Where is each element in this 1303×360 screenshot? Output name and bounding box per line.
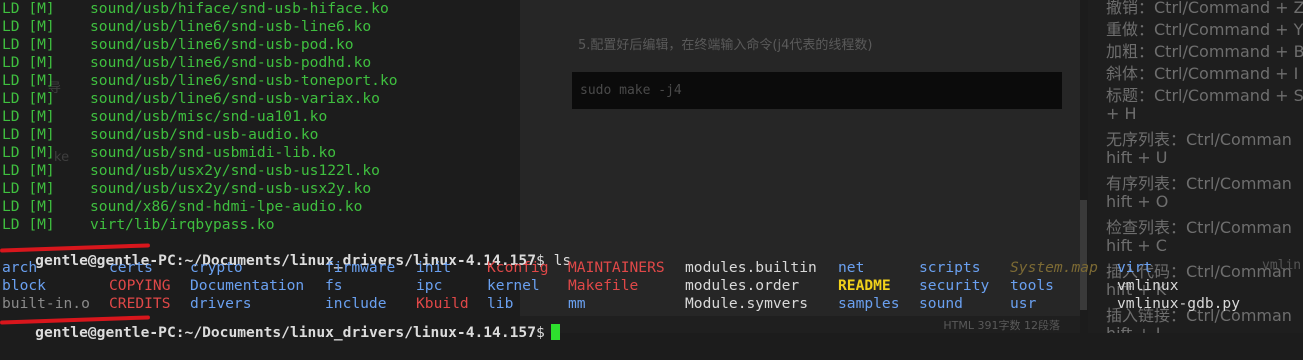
build-tag: LD [M] (2, 144, 55, 161)
build-module-path: virt/lib/irqbypass.ko (90, 216, 275, 233)
ls-entry: fs (325, 277, 343, 294)
build-output-line: LD [M] sound/usb/usx2y/snd-usb-usx2y.ko (0, 180, 371, 198)
build-output-line: LD [M] sound/usb/line6/snd-usb-variax.ko (0, 90, 380, 108)
build-output-line: LD [M] sound/x86/snd-hdmi-lpe-audio.ko (0, 198, 362, 216)
build-tag: LD [M] (2, 90, 55, 107)
build-output-line: LD [M] sound/usb/snd-usbmidi-lib.ko (0, 144, 336, 162)
build-module-path: sound/usb/hiface/snd-usb-hiface.ko (90, 0, 389, 17)
build-module-path: sound/usb/line6/snd-usb-podhd.ko (90, 54, 372, 71)
ls-entry: init (416, 259, 452, 276)
build-module-path: sound/x86/snd-hdmi-lpe-audio.ko (90, 198, 363, 215)
ls-entry: scripts (919, 259, 981, 276)
ls-entry: vmlinux-gdb.py (1117, 295, 1241, 312)
ls-entry: README (838, 277, 891, 294)
prompt-user: gentle@gentle-PC (35, 252, 176, 269)
build-tag: LD [M] (2, 180, 55, 197)
build-tag: LD [M] (2, 72, 55, 89)
ls-entry: samples (838, 295, 900, 312)
build-output-line: LD [M] sound/usb/hiface/snd-usb-hiface.ko (0, 0, 389, 18)
build-module-path: sound/usb/snd-usb-audio.ko (90, 126, 319, 143)
ls-entry: MAINTAINERS (568, 259, 665, 276)
build-module-path: sound/usb/line6/snd-usb-toneport.ko (90, 72, 398, 89)
build-module-path: sound/usb/snd-usbmidi-lib.ko (90, 144, 337, 161)
ls-entry: kernel (487, 277, 540, 294)
build-output-line: LD [M] sound/usb/line6/snd-usb-toneport.k… (0, 72, 398, 90)
ls-entry: sound (919, 295, 963, 312)
ls-entry: System.map (1010, 259, 1098, 276)
ls-entry: virt (1117, 259, 1153, 276)
build-tag: LD [M] (2, 0, 55, 17)
ls-entry: Documentation (190, 277, 305, 294)
build-output-line: LD [M] sound/usb/line6/snd-usb-podhd.ko (0, 54, 371, 72)
build-output-line: LD [M] sound/usb/misc/snd-ua101.ko (0, 108, 327, 126)
ls-entry: ipc (416, 277, 443, 294)
ls-entry: modules.builtin (685, 259, 817, 276)
build-module-path: sound/usb/usx2y/snd-usb-us122l.ko (90, 162, 380, 179)
ls-entry: certs (109, 259, 153, 276)
ls-entry: modules.order (685, 277, 800, 294)
ls-entry: vmlinux (1117, 277, 1179, 294)
ls-entry: net (838, 259, 865, 276)
ls-entry: Makefile (568, 277, 639, 294)
ls-entry: security (919, 277, 990, 294)
build-module-path: sound/usb/line6/snd-usb-pod.ko (90, 36, 354, 53)
build-tag: LD [M] (2, 216, 55, 233)
build-tag: LD [M] (2, 108, 55, 125)
build-output-line: LD [M] sound/usb/line6/snd-usb-pod.ko (0, 36, 354, 54)
build-module-path: sound/usb/usx2y/snd-usb-usx2y.ko (90, 180, 372, 197)
ls-entry: Module.symvers (685, 295, 809, 312)
build-tag: LD [M] (2, 36, 55, 53)
build-module-path: sound/usb/line6/snd-usb-variax.ko (90, 90, 380, 107)
terminal-cursor[interactable] (550, 324, 560, 340)
ls-entry: block (2, 277, 46, 294)
build-module-path: sound/usb/line6/snd-usb-line6.ko (90, 18, 372, 35)
build-output-line: LD [M] sound/usb/usx2y/snd-usb-us122l.ko (0, 162, 380, 180)
ls-entry: mm (568, 295, 586, 312)
build-tag: LD [M] (2, 162, 55, 179)
terminal-window[interactable]: LD [M] sound/usb/hiface/snd-usb-hiface.ko… (0, 0, 1303, 341)
ls-entry: usr (1010, 295, 1037, 312)
build-tag: LD [M] (2, 198, 55, 215)
ls-entry: Kconfig (487, 259, 549, 276)
ls-entry: arch (2, 259, 38, 276)
build-tag: LD [M] (2, 54, 55, 71)
ls-entry: crypto (190, 259, 243, 276)
build-tag: LD [M] (2, 18, 55, 35)
build-output-line: LD [M] sound/usb/snd-usb-audio.ko (0, 126, 318, 144)
build-module-path: sound/usb/misc/snd-ua101.ko (90, 108, 328, 125)
ls-entry: firmware (325, 259, 396, 276)
ls-entry: tools (1010, 277, 1054, 294)
build-tag: LD [M] (2, 126, 55, 143)
build-output-line: LD [M] sound/usb/line6/snd-usb-line6.ko (0, 18, 371, 36)
ls-entry: COPYING (109, 277, 171, 294)
build-output-line: LD [M] virt/lib/irqbypass.ko (0, 216, 275, 234)
